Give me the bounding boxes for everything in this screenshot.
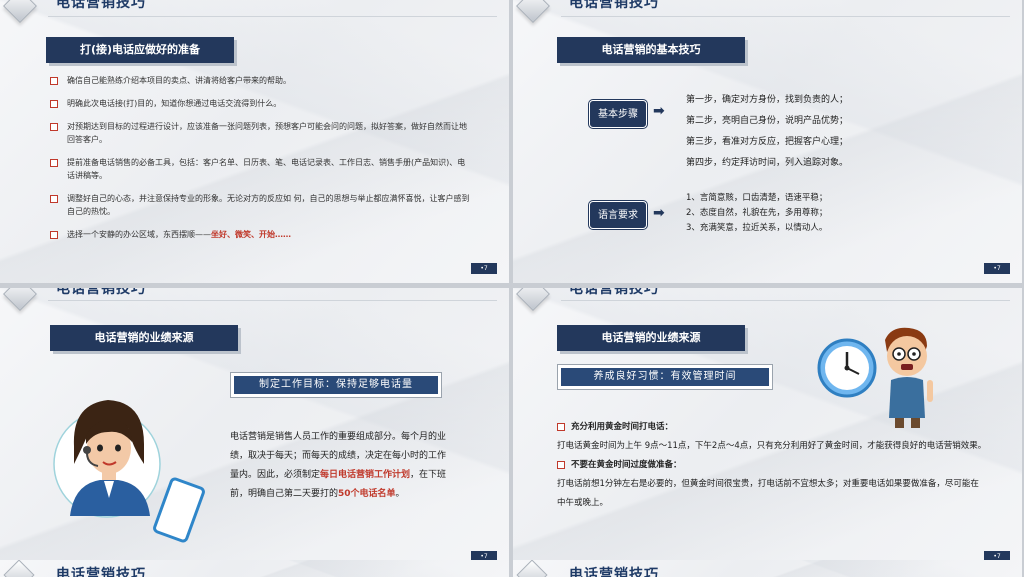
paragraph-highlight: 50个电话名单	[338, 489, 396, 499]
language-pill: 语言要求	[589, 201, 647, 229]
slide-title: 电话营销技巧	[56, 288, 146, 297]
bullet-highlight: 坐好、微笑、开始……	[211, 230, 291, 239]
section-tag: 电话营销的业绩来源	[557, 325, 745, 351]
tip-heading: 充分利用黄金时间打电话：	[557, 418, 987, 437]
slide-title: 电话营销技巧	[56, 567, 146, 577]
bullet-item: 提前准备电话销售的必备工具，包括：客户名单、日历表、笔、电话记录表、工作日志、销…	[50, 156, 470, 182]
header-divider	[561, 16, 1010, 17]
language-item: 2、态度自然，礼貌在先，多用尊称；	[686, 208, 828, 218]
section-tag: 打(接)电话应做好的准备	[46, 37, 234, 63]
step-item: 第一步，确定对方身份，找到负责的人；	[686, 95, 849, 105]
bullet-text: 选择一个安静的办公区域，东西摆顺——	[67, 230, 211, 239]
step-item: 第四步，约定拜访时间，列入追踪对象。	[686, 158, 849, 168]
slide-title: 电话营销技巧	[569, 567, 659, 577]
banner-text: 制定工作目标：保持足够电话量	[234, 376, 438, 394]
banner-text: 养成良好习惯：有效管理时间	[561, 368, 769, 386]
step-item: 第三步，看准对方反应，把握客户心理；	[686, 137, 849, 147]
bullet-list: 确信自己能熟练介绍本项目的卖点、讲清将给客户带来的帮助。 明确此次电话接(打)目…	[50, 74, 470, 251]
slide-header: 电话营销技巧	[513, 288, 1022, 314]
slide-title: 电话营销技巧	[569, 288, 659, 297]
diamond-icon	[3, 560, 35, 577]
bullet-item: 调整好自己的心态，并注意保持专业的形象。无论对方的反应如 何，自己的思想与举止都…	[50, 192, 470, 218]
slide-header: 电话营销技巧	[513, 0, 1022, 23]
slide-header: 电话营销技巧	[0, 0, 509, 23]
slide-time-management[interactable]: 电话营销技巧 电话营销的业绩来源 养成良好习惯：有效管理时间 充分利用黄金时间打…	[513, 288, 1022, 571]
tip-heading: 不要在黄金时间过度做准备：	[557, 456, 987, 475]
performance-paragraph: 电话营销是销售人员工作的重要组成部分。每个月的业绩，取决于每天；而每天的成绩，决…	[230, 428, 454, 504]
page-number: •7	[984, 263, 1010, 274]
woman-headset-illustration	[53, 400, 205, 543]
language-item: 3、充满笑意，拉近关系，以情动人。	[686, 223, 828, 233]
time-paragraphs: 充分利用黄金时间打电话： 打电话黄金时间为上午 9点～11点，下午2点～4点，只…	[557, 418, 987, 513]
diamond-icon	[516, 560, 548, 577]
bullet-item: 选择一个安静的办公区域，东西摆顺——坐好、微笑、开始……	[50, 228, 470, 241]
goal-banner: 制定工作目标：保持足够电话量	[230, 372, 442, 398]
steps-list: 第一步，确定对方身份，找到负责的人； 第二步，亮明自己身份，说明产品优势； 第三…	[686, 90, 848, 174]
slide-basic-skills[interactable]: 电话营销技巧 电话营销的基本技巧 基本步骤 ➡ 第一步，确定对方身份，找到负责的…	[513, 0, 1022, 283]
diamond-icon	[3, 0, 37, 23]
slide-partial-bottom-left[interactable]: 电话营销技巧	[0, 560, 509, 577]
paragraph-text: 。	[395, 489, 405, 499]
bullet-item: 确信自己能熟练介绍本项目的卖点、讲清将给客户带来的帮助。	[50, 74, 470, 87]
diamond-icon	[516, 288, 550, 311]
section-tag: 电话营销的基本技巧	[557, 37, 745, 63]
slide-title: 电话营销技巧	[569, 0, 659, 11]
language-list: 1、言简意赅，口齿清楚，语速平稳； 2、态度自然，礼貌在先，多用尊称； 3、充满…	[686, 191, 827, 236]
section-tag: 电话营销的业绩来源	[50, 325, 238, 351]
arrow-right-icon: ➡	[653, 103, 665, 119]
diamond-icon	[516, 0, 550, 23]
paragraph-highlight: 每日电话营销工作计划	[320, 470, 411, 480]
slide-performance-source[interactable]: 电话营销技巧 电话营销的业绩来源 制定工作目标：保持足够电话量 电话营销是销售人…	[0, 288, 509, 571]
bullet-item: 明确此次电话接(打)目的，知道你想通过电话交流得到什么。	[50, 97, 470, 110]
diamond-icon	[3, 288, 37, 311]
slide-header: 电话营销技巧	[0, 288, 509, 314]
tip-text: 打电话黄金时间为上午 9点～11点，下午2点～4点，只有充分利用好了黄金时间，才…	[557, 441, 987, 451]
clock-man-illustration	[817, 327, 933, 428]
step-item: 第二步，亮明自己身份，说明产品优势；	[686, 116, 849, 126]
slide-preparation[interactable]: 电话营销技巧 打(接)电话应做好的准备 确信自己能熟练介绍本项目的卖点、讲清将给…	[0, 0, 509, 283]
header-divider	[561, 300, 1010, 301]
tip-text: 打电话前想1分钟左右是必要的，但黄金时间很宝贵，打电话前不宜想太多；对重要电话如…	[557, 479, 979, 508]
header-divider	[48, 300, 497, 301]
slide-partial-bottom-right[interactable]: 电话营销技巧	[513, 560, 1022, 577]
page-number: •7	[471, 263, 497, 274]
habit-banner: 养成良好习惯：有效管理时间	[557, 364, 773, 390]
arrow-right-icon: ➡	[653, 205, 665, 221]
header-divider	[48, 16, 497, 17]
language-item: 1、言简意赅，口齿清楚，语速平稳；	[686, 193, 828, 203]
bullet-item: 对预期达到目标的过程进行设计，应该准备一张问题列表，预想客户可能会问的问题，拟好…	[50, 120, 470, 146]
basic-steps-pill: 基本步骤	[589, 100, 647, 128]
slide-title: 电话营销技巧	[56, 0, 146, 11]
